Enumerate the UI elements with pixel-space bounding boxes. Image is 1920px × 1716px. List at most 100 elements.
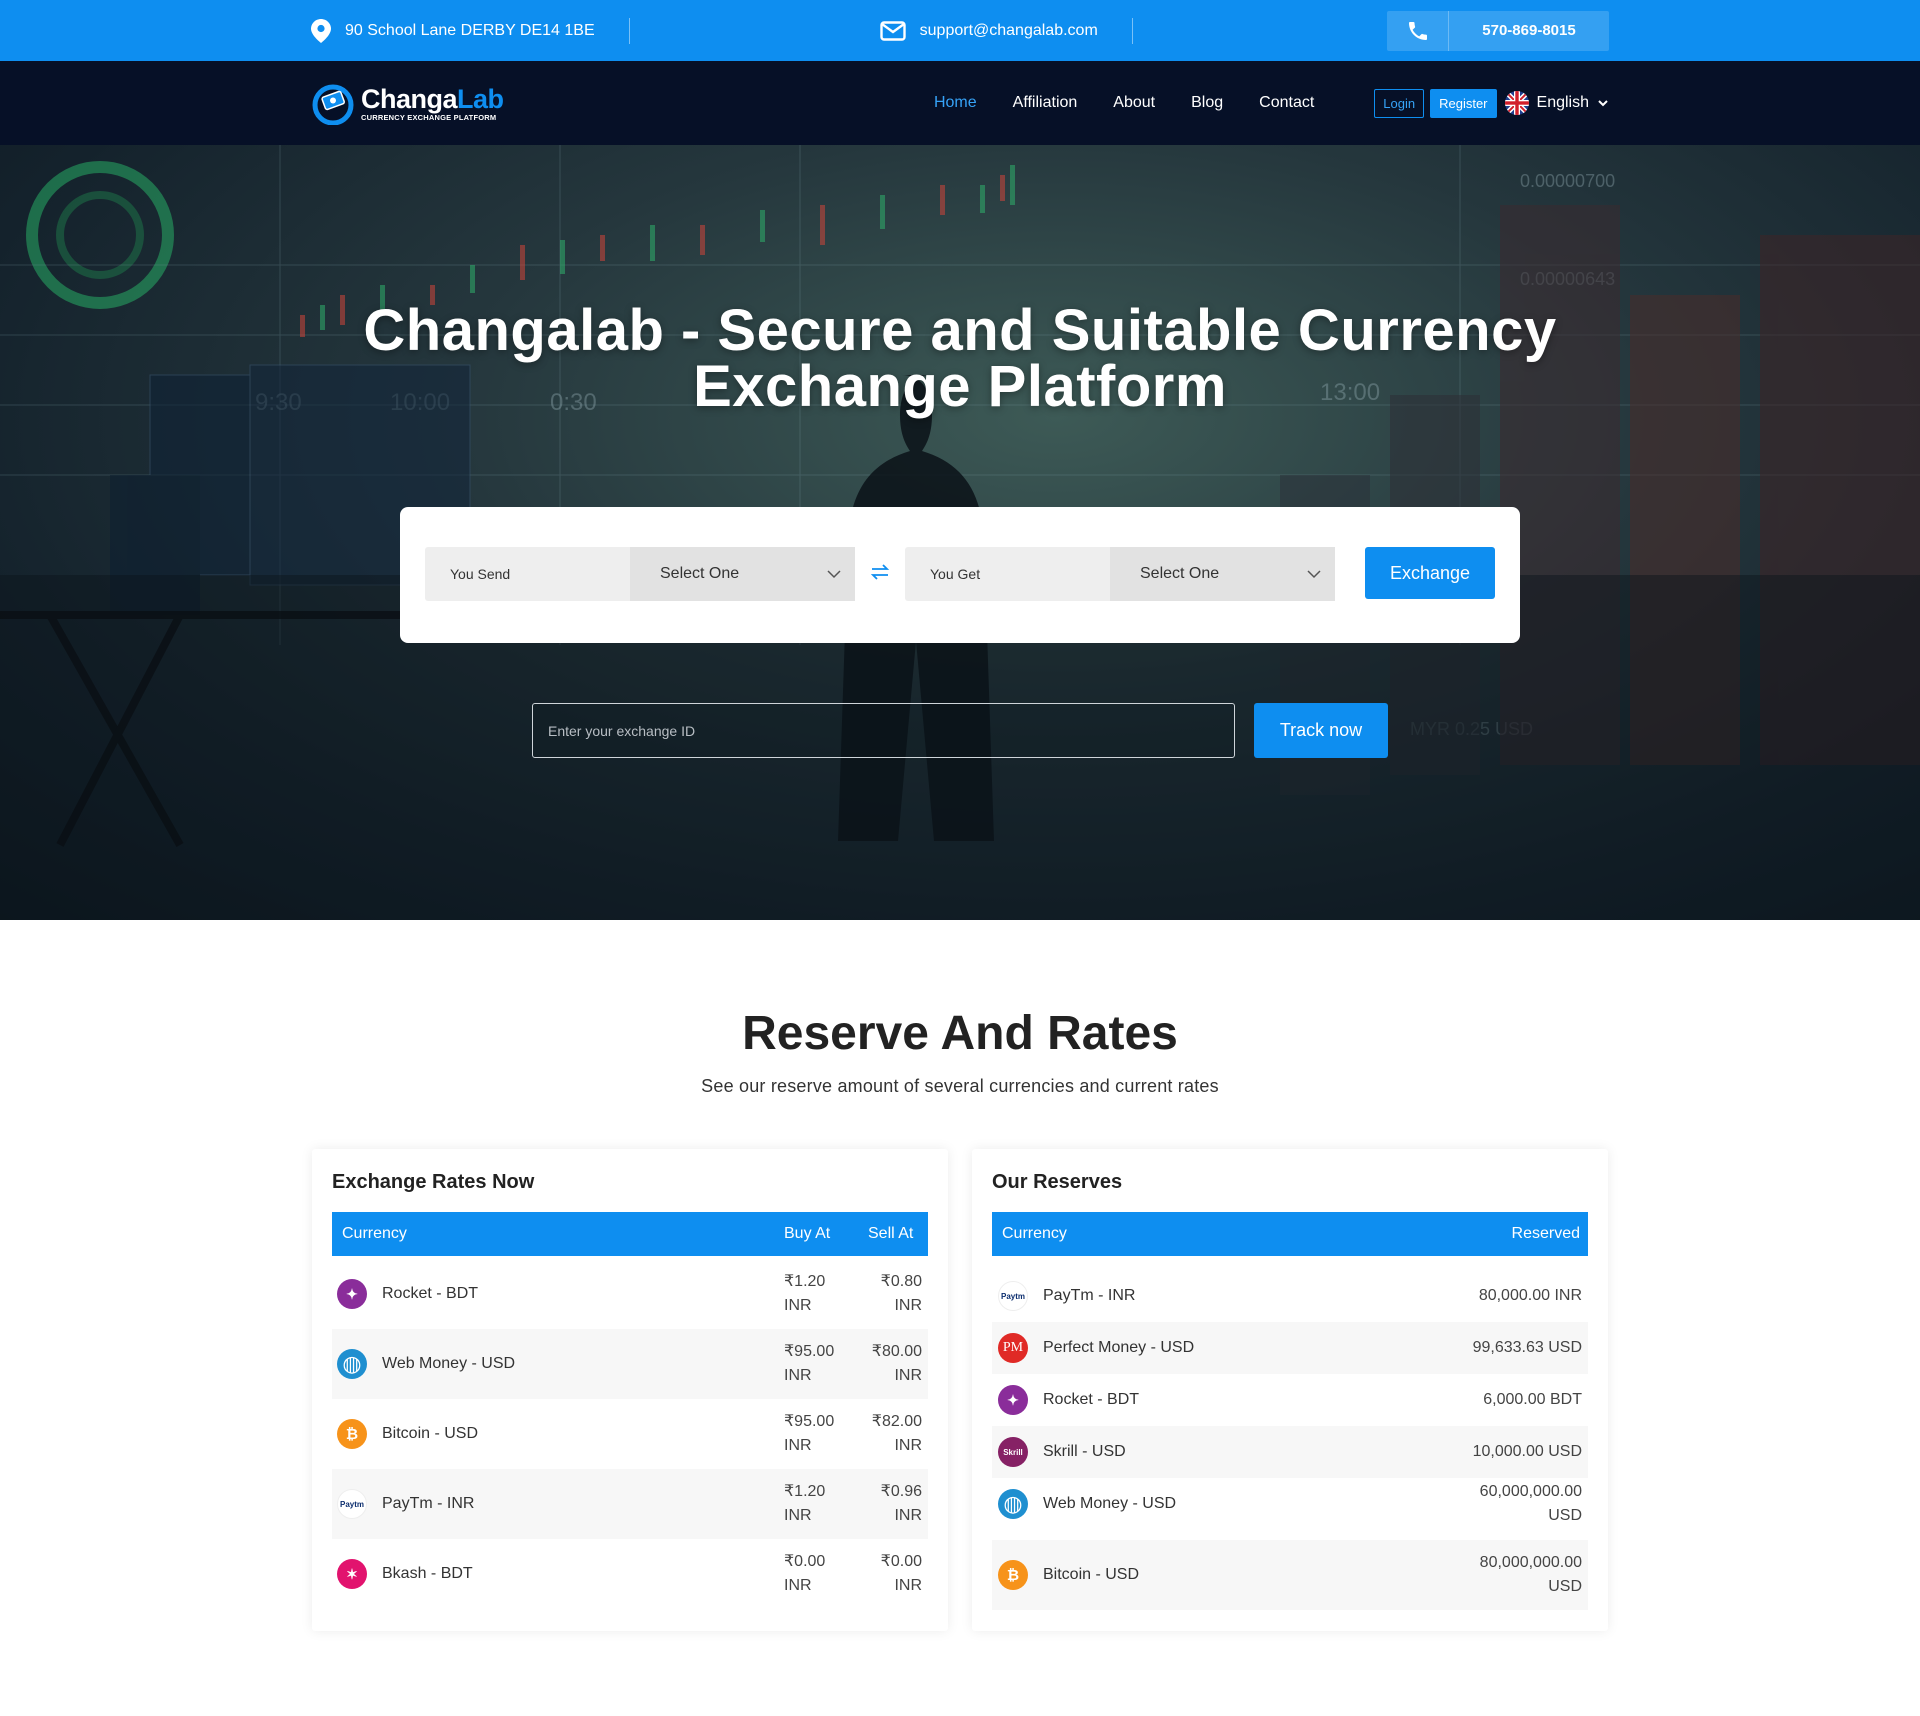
rates-table-row: Paytm PayTm - INR ₹1.20 INR ₹0.96 INR xyxy=(332,1469,928,1539)
col-buy-at: Buy At xyxy=(784,1225,831,1242)
paytm-icon: Paytm xyxy=(998,1281,1028,1311)
paytm-icon: Paytm xyxy=(337,1489,367,1519)
buy-at-value: ₹1.20 xyxy=(784,1483,826,1500)
logo-mark-icon xyxy=(312,84,354,125)
map-pin-icon xyxy=(311,18,331,43)
rates-table-row: ₿ Bitcoin - USD ₹95.00 INR ₹82.00 INR xyxy=(332,1399,928,1469)
nav-home[interactable]: Home xyxy=(934,94,977,112)
language-selector[interactable]: English xyxy=(1504,91,1609,115)
reserves-table-row: ◍ Web Money - USD 60,000,000.00 USD xyxy=(992,1469,1588,1539)
col-currency: Currency xyxy=(342,1225,407,1242)
currency-cell: Paytm PayTm - INR xyxy=(992,1281,1479,1311)
reserves-panel: Our Reserves Currency Reserved Paytm PayT… xyxy=(972,1149,1608,1631)
currency-cell: ₿ Bitcoin - USD xyxy=(992,1560,1480,1590)
currency-name: Bkash - BDT xyxy=(382,1565,473,1582)
swap-icon[interactable] xyxy=(870,562,890,588)
exchange-rates-title: Exchange Rates Now xyxy=(332,1171,535,1193)
exchange-id-input[interactable] xyxy=(532,703,1235,758)
register-button[interactable]: Register xyxy=(1430,88,1497,118)
reserved-amount: 10,000.00 USD xyxy=(1472,1443,1582,1460)
navbar-inner: ChangaLab CURRENCY EXCHANGE PLATFORM Hom… xyxy=(311,61,1609,145)
section-subtitle: See our reserve amount of several curren… xyxy=(701,1076,1219,1096)
hero-title-line1: Changalab - Secure and Suitable Currency xyxy=(363,298,1557,363)
buy-at-unit: INR xyxy=(784,1437,812,1454)
reserved-amount: 60,000,000.00 xyxy=(1479,1483,1582,1500)
reserves-table-header: Currency Reserved xyxy=(992,1212,1588,1256)
perfect-money-icon: PM xyxy=(998,1333,1028,1363)
phone-number[interactable]: 570-869-8015 xyxy=(1449,11,1609,51)
receive-field: You Get Select One xyxy=(905,547,1335,601)
currency-cell: ✦ Rocket - BDT xyxy=(992,1385,1483,1415)
section-title: Reserve And Rates xyxy=(742,1007,1178,1060)
currency-name: PayTm - INR xyxy=(382,1495,475,1512)
reserved-amount-cell: 80,000,000.00 USD xyxy=(1480,1551,1588,1599)
chevron-down-icon xyxy=(827,569,841,578)
currency-name: Web Money - USD xyxy=(1043,1495,1177,1512)
login-button[interactable]: Login xyxy=(1374,88,1425,118)
skrill-icon: Skrill xyxy=(998,1437,1028,1467)
reserved-amount-cell: 99,633.63 USD xyxy=(1473,1336,1588,1360)
send-currency-select[interactable]: Select One xyxy=(630,547,855,601)
currency-cell: Skrill Skrill - USD xyxy=(992,1437,1473,1467)
exchange-rates-panel: Exchange Rates Now Currency Buy At Sell … xyxy=(312,1149,948,1631)
reserved-amount: 80,000,000.00 xyxy=(1479,1554,1582,1571)
language-label: English xyxy=(1536,94,1589,111)
buy-at-value: ₹95.00 xyxy=(784,1343,835,1360)
exchange-form-card: You Send Select One You Get Select One E… xyxy=(400,507,1520,643)
receive-label: You Get xyxy=(930,566,981,582)
sell-at-cell: ₹0.00 INR xyxy=(868,1550,928,1598)
phone-box[interactable]: 570-869-8015 xyxy=(1387,10,1609,51)
sell-at-unit: INR xyxy=(894,1577,922,1594)
bitcoin-icon: ₿ xyxy=(337,1419,367,1449)
buy-at-value: ₹95.00 xyxy=(784,1413,835,1430)
sell-at-cell: ₹80.00 INR xyxy=(868,1340,928,1388)
currency-cell: ✶ Bkash - BDT xyxy=(332,1559,784,1589)
envelope-icon xyxy=(879,20,906,41)
reserved-unit: USD xyxy=(1548,1578,1582,1595)
reserves-table-row: PM Perfect Money - USD 99,633.63 USD xyxy=(992,1322,1588,1374)
logo-word-part1: Changa xyxy=(361,83,458,114)
currency-name: Skrill - USD xyxy=(1043,1443,1126,1460)
reserved-amount: 80,000.00 INR xyxy=(1478,1287,1582,1304)
currency-name: Rocket - BDT xyxy=(1043,1391,1140,1408)
uk-flag-icon xyxy=(1504,91,1529,115)
exchange-button[interactable]: Exchange xyxy=(1365,547,1495,599)
receive-currency-select[interactable]: Select One xyxy=(1110,547,1335,601)
buy-at-cell: ₹95.00 INR xyxy=(784,1340,868,1388)
currency-name: PayTm - INR xyxy=(1043,1287,1136,1304)
track-now-button[interactable]: Track now xyxy=(1254,703,1388,758)
buy-at-cell: ₹1.20 INR xyxy=(784,1270,868,1318)
sell-at-value: ₹0.80 xyxy=(880,1273,922,1290)
reserved-amount-cell: 80,000.00 INR xyxy=(1479,1284,1588,1308)
nav-about[interactable]: About xyxy=(1113,94,1155,112)
brand-logo[interactable]: ChangaLab CURRENCY EXCHANGE PLATFORM xyxy=(311,81,504,125)
buy-at-cell: ₹95.00 INR xyxy=(784,1410,868,1458)
sell-at-value: ₹0.00 xyxy=(880,1553,922,1570)
reserved-amount: 6,000.00 BDT xyxy=(1483,1391,1582,1408)
nav-affiliation[interactable]: Affiliation xyxy=(1013,94,1078,112)
currency-cell: ₿ Bitcoin - USD xyxy=(332,1419,784,1449)
currency-cell: Paytm PayTm - INR xyxy=(332,1489,784,1519)
nav-blog[interactable]: Blog xyxy=(1191,94,1223,112)
buy-at-unit: INR xyxy=(784,1297,812,1314)
logo-tagline: CURRENCY EXCHANGE PLATFORM xyxy=(361,112,497,122)
currency-name: Bitcoin - USD xyxy=(1043,1566,1140,1583)
rocket-icon: ✦ xyxy=(337,1279,367,1309)
hero-title: Changalab - Secure and Suitable Currency… xyxy=(0,298,1920,416)
email-item[interactable]: support@changalab.com xyxy=(879,20,1098,41)
currency-cell: ◍ Web Money - USD xyxy=(332,1349,784,1379)
nav-contact[interactable]: Contact xyxy=(1259,94,1314,112)
main-menu: Home Affiliation About Blog Contact xyxy=(934,94,1314,112)
main-navbar: ChangaLab CURRENCY EXCHANGE PLATFORM Hom… xyxy=(0,61,1920,145)
reserved-unit: USD xyxy=(1548,1507,1582,1524)
sell-at-cell: ₹82.00 INR xyxy=(868,1410,928,1458)
col-reserved: Reserved xyxy=(1511,1225,1580,1242)
currency-name: Bitcoin - USD xyxy=(382,1425,479,1442)
currency-name: Web Money - USD xyxy=(382,1355,516,1372)
email-text[interactable]: support@changalab.com xyxy=(920,22,1098,40)
sell-at-unit: INR xyxy=(894,1367,922,1384)
rates-table-header: Currency Buy At Sell At xyxy=(332,1212,928,1256)
send-select-value: Select One xyxy=(660,565,740,582)
top-contact-bar-inner: 90 School Lane DERBY DE14 1BE support@ch… xyxy=(311,0,1609,61)
buy-at-unit: INR xyxy=(784,1367,812,1384)
